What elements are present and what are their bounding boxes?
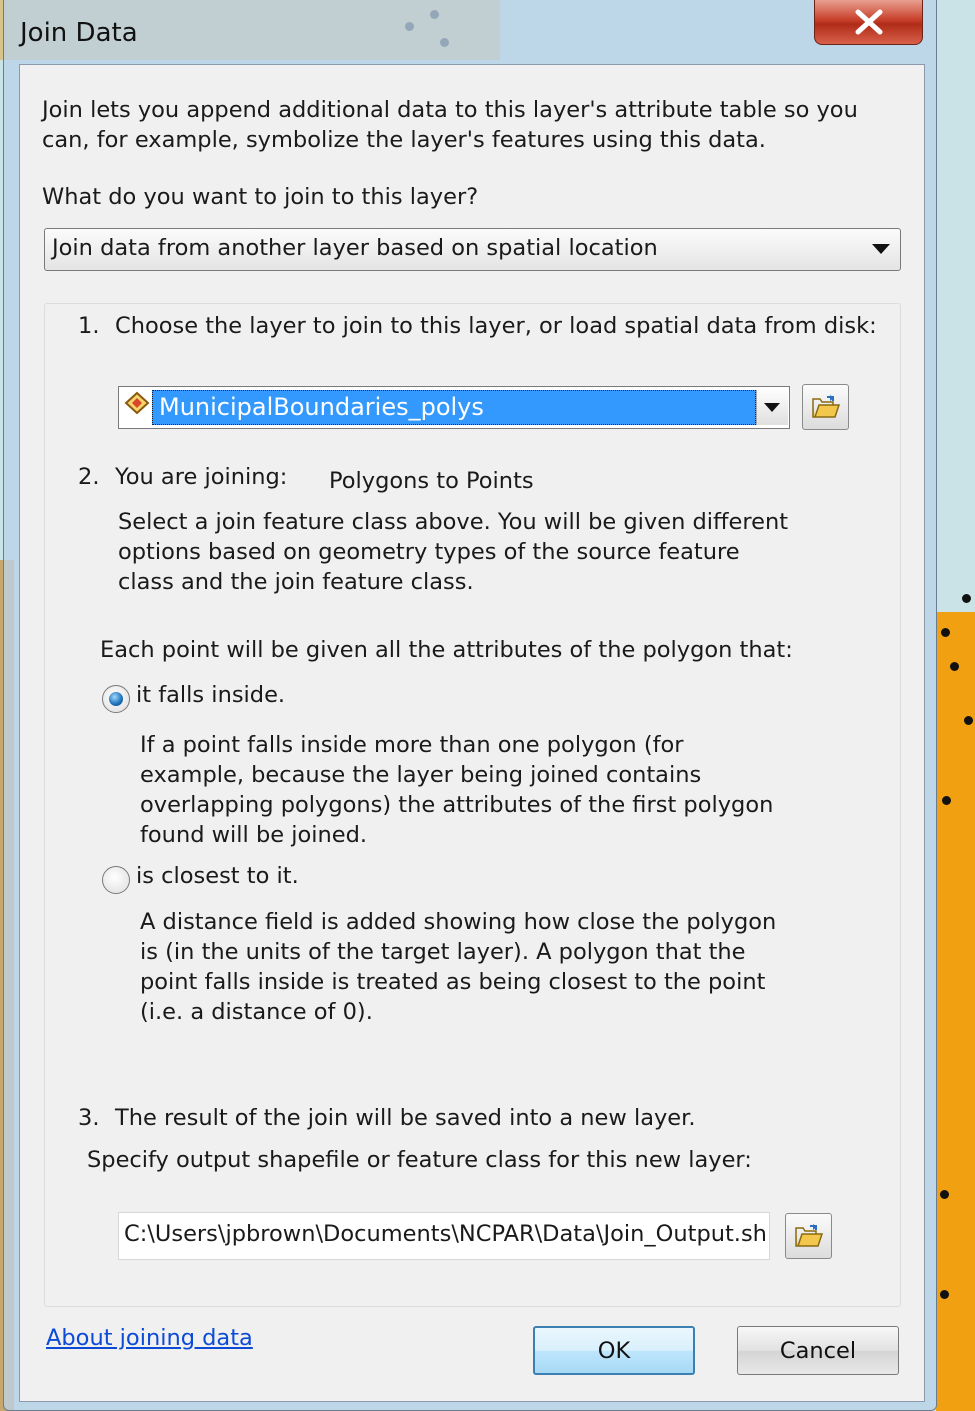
falls-inside-radio[interactable]	[102, 685, 130, 713]
cancel-button[interactable]: Cancel	[737, 1326, 899, 1375]
output-label: Specify output shapefile or feature clas…	[87, 1147, 752, 1173]
join-type-dropdown[interactable]: Join data from another layer based on sp…	[44, 228, 901, 271]
close-button[interactable]	[814, 0, 923, 45]
join-kind-value: Polygons to Points	[329, 468, 534, 494]
step2-number: 2.	[78, 464, 100, 490]
falls-inside-label[interactable]: it falls inside.	[136, 680, 285, 710]
layer-selected-item: MunicipalBoundaries_polys	[152, 390, 756, 425]
step1-number: 1.	[78, 313, 100, 339]
join-type-value: Join data from another layer based on sp…	[52, 235, 658, 261]
closest-label[interactable]: is closest to it.	[136, 861, 299, 891]
step3-number: 3.	[78, 1105, 100, 1131]
chevron-down-icon	[872, 244, 890, 254]
polygon-layer-icon	[124, 391, 150, 415]
step2-description: Select a join feature class above. You w…	[118, 509, 789, 595]
map-point	[962, 594, 971, 603]
output-path-value: C:\Users\jpbrown\Documents\NCPAR\Data\Jo…	[124, 1221, 770, 1247]
closest-radio[interactable]	[102, 866, 130, 894]
titlebar[interactable]: Join Data	[4, 0, 936, 64]
map-point	[940, 1290, 949, 1299]
ok-button[interactable]: OK	[533, 1326, 695, 1375]
closest-description: A distance field is added showing how cl…	[140, 909, 777, 1025]
about-joining-link[interactable]: About joining data	[46, 1325, 253, 1351]
falls-inside-description: If a point falls inside more than one po…	[140, 732, 774, 848]
options-intro-label: Each point will be given all the attribu…	[100, 637, 793, 663]
dialog-client-area: Join lets you append additional data to …	[19, 64, 925, 1402]
map-point	[940, 1190, 949, 1199]
step1-label: Choose the layer to join to this layer, …	[115, 313, 877, 339]
window-title: Join Data	[20, 18, 138, 48]
join-data-dialog: Join Data Join lets you append additiona…	[3, 0, 937, 1411]
join-layer-dropdown[interactable]: MunicipalBoundaries_polys	[118, 386, 790, 429]
open-folder-icon	[794, 1224, 823, 1247]
step2-label: You are joining:	[115, 464, 288, 490]
chevron-down-icon	[764, 403, 780, 412]
intro-text: Join lets you append additional data to …	[42, 97, 858, 153]
map-point	[964, 716, 973, 725]
map-point	[941, 628, 950, 637]
map-point	[942, 796, 951, 805]
layer-selected-value: MunicipalBoundaries_polys	[159, 393, 484, 421]
close-icon	[855, 9, 882, 35]
map-point	[950, 662, 959, 671]
step3-label: The result of the join will be saved int…	[115, 1105, 696, 1131]
browse-output-button[interactable]	[785, 1213, 832, 1259]
join-question-label: What do you want to join to this layer?	[42, 184, 479, 210]
open-folder-icon	[811, 395, 840, 418]
output-path-input[interactable]: C:\Users\jpbrown\Documents\NCPAR\Data\Jo…	[118, 1212, 770, 1260]
layer-dropdown-button[interactable]	[756, 390, 788, 425]
browse-layer-button[interactable]	[802, 384, 849, 430]
